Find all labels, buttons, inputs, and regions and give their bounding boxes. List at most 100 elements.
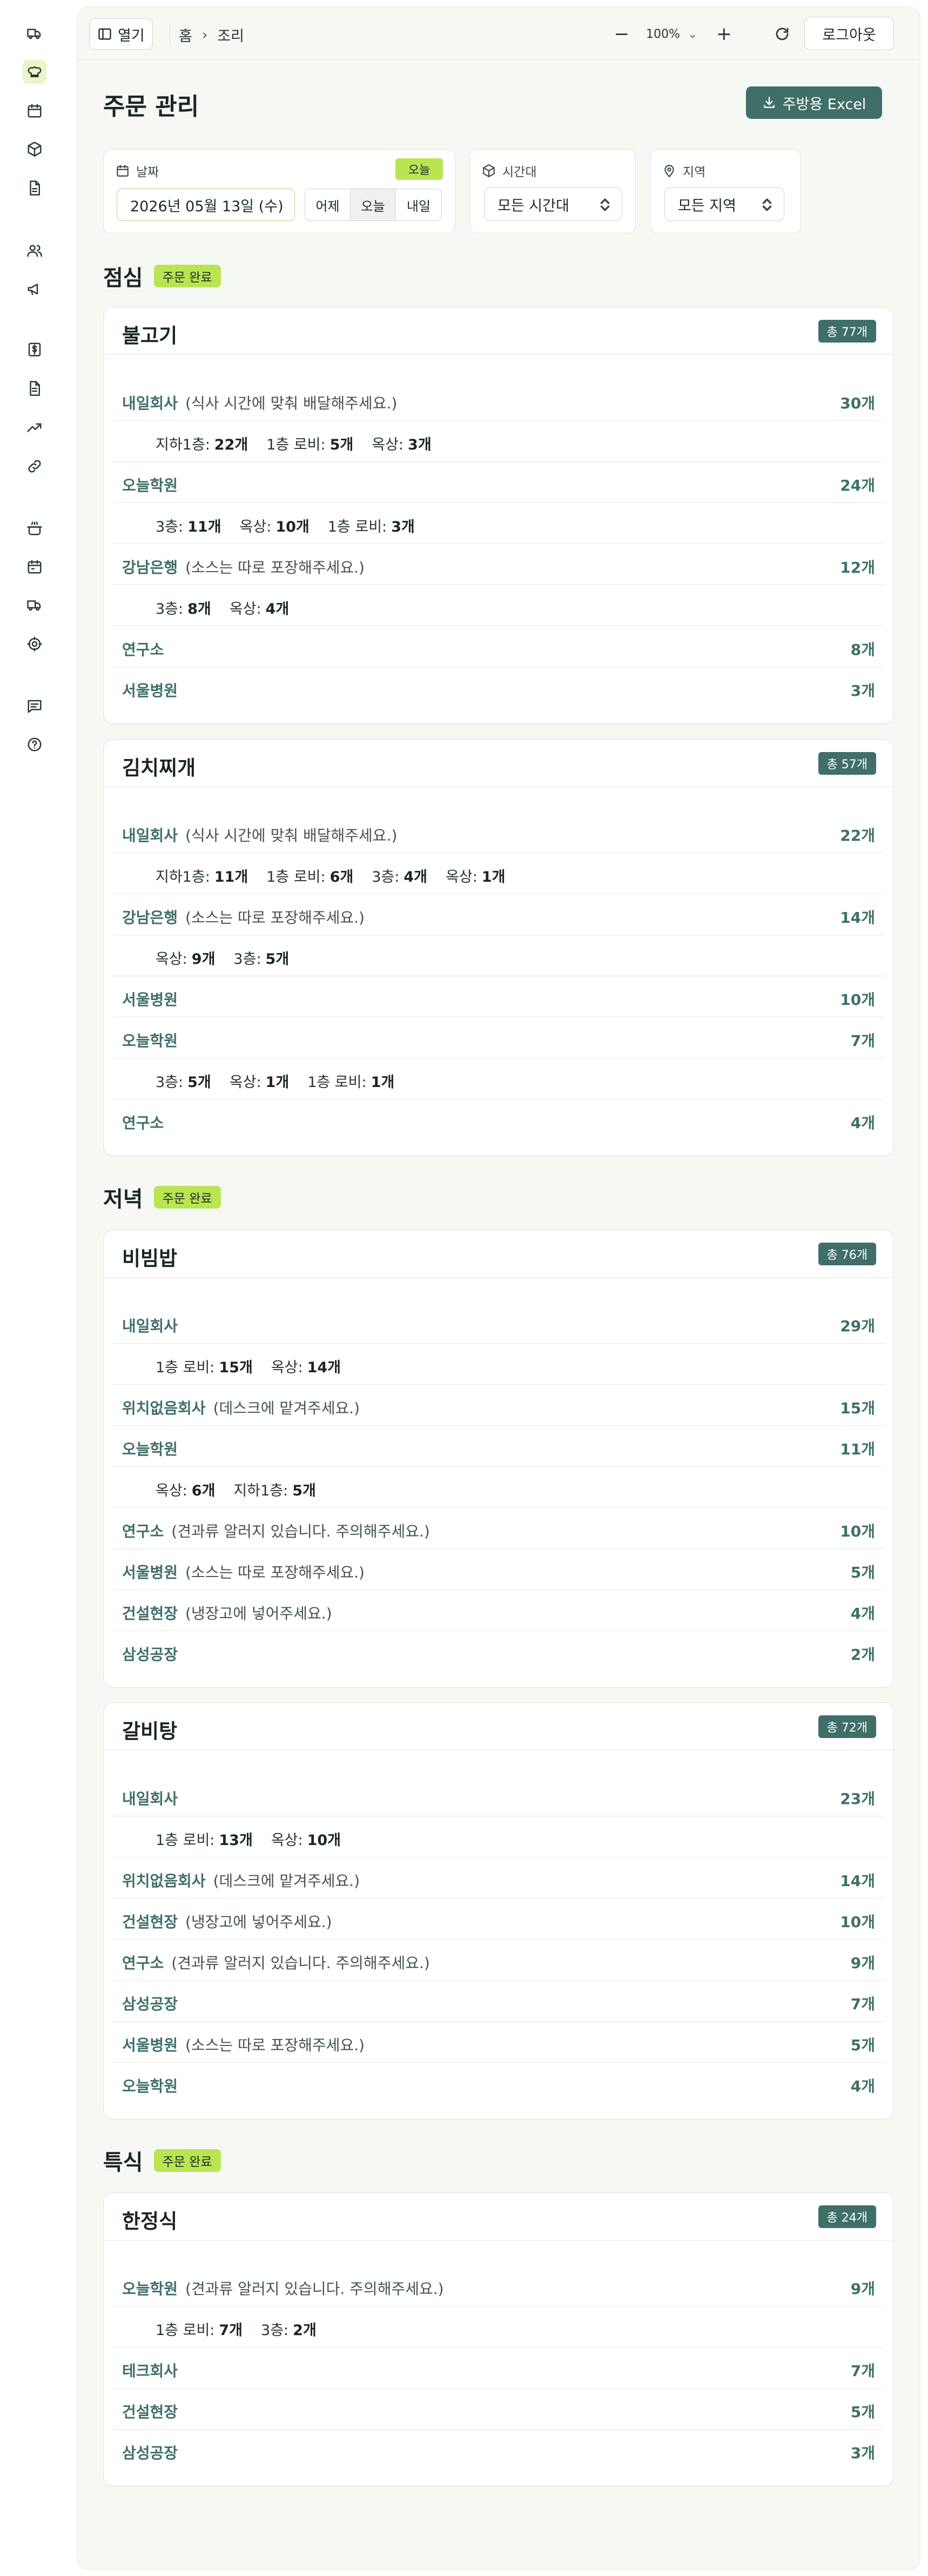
order-row[interactable]: 오늘학원 7개 [112,1017,885,1058]
order-count: 23개 [840,1790,875,1808]
region-select[interactable]: 모든 지역 [664,187,784,221]
menu-card-kimchi-jjigae: 김치찌개 총 57개내일회사 (식사 시간에 맞춰 배달해주세요.) 22개지하1층:… [103,739,894,1156]
order-row[interactable]: 삼성공장 3개 [112,2430,885,2471]
location-count: 6개 [191,1482,216,1499]
order-rows: 내일회사 23개 1층 로비: 13개 옥상: 10개 위치없음회사 (데스크에 맡겨주세요.… [104,1750,893,2104]
date-filter-label: 날짜 [116,162,159,180]
chef-hat-icon[interactable] [23,60,46,84]
order-note: (소스는 따로 포장해주세요.) [185,909,365,927]
sidebar-panel-icon [98,28,111,40]
refresh-button[interactable] [770,22,794,46]
help-icon[interactable] [23,733,46,756]
order-row[interactable]: 연구소 8개 [112,626,885,667]
order-row[interactable]: 서울병원 10개 [112,976,885,1017]
order-row[interactable]: 강남은행 (소스는 따로 포장해주세요.) 14개 [112,894,885,935]
location-count: 1개 [371,1074,395,1091]
box-icon [483,164,495,177]
location-breakdown: 3층: 8개 옥상: 4개 [112,585,885,626]
customer-name-text: 건설현장 [122,2403,178,2421]
customer-name: 오늘학원 (견과류 알러지 있습니다. 주의해주세요.) [122,2277,444,2299]
order-row[interactable]: 삼성공장 7개 [112,1981,885,2022]
order-row[interactable]: 위치없음회사 (데스크에 맡겨주세요.) 14개 [112,1857,885,1899]
location-count: 3개 [391,519,415,535]
order-row[interactable]: 연구소 (견과류 알러지 있습니다. 주의해주세요.) 9개 [112,1940,885,1981]
zoom-level[interactable]: 100% [646,28,680,41]
today-button[interactable]: 오늘 [351,189,396,220]
card-header: 김치찌개 총 57개 [104,740,893,787]
order-row[interactable]: 테크회사 7개 [112,2347,885,2389]
location-item: 지하1층: 22개 [156,433,248,454]
date-input[interactable]: 2026년 05월 13일 (수) [117,189,295,221]
order-count: 14개 [840,1872,875,1890]
document-list-icon[interactable] [23,377,46,400]
order-row[interactable]: 연구소 (견과류 알러지 있습니다. 주의해주세요.) 10개 [112,1508,885,1549]
order-row[interactable]: 오늘학원 11개 [112,1426,885,1467]
order-row[interactable]: 서울병원 (소스는 따로 포장해주세요.) 5개 [112,2022,885,2063]
location-count: 1개 [481,869,506,886]
order-row[interactable]: 내일회사 (식사 시간에 맞춰 배달해주세요.) 22개 [112,812,885,853]
order-row[interactable]: 오늘학원 24개 [112,462,885,503]
time-select[interactable]: 모든 시간대 [484,187,622,221]
location-label: 옥상: [239,519,272,535]
order-row[interactable]: 내일회사 29개 [112,1303,885,1344]
trending-icon[interactable] [23,415,46,439]
region-label-text: 지역 [683,165,706,179]
order-row[interactable]: 강남은행 (소스는 따로 포장해주세요.) 12개 [112,544,885,585]
time-filter-label: 시간대 [482,162,536,180]
total-count-badge: 총 57개 [818,752,876,775]
link-icon[interactable] [23,454,46,478]
excel-download-button[interactable]: 주방용 Excel [746,86,882,119]
location-count: 22개 [214,437,248,453]
delivery-icon[interactable] [23,593,46,617]
location-label: 1층 로비: [266,437,326,453]
location-item: 옥상: 1개 [230,1070,289,1091]
location-label: 지하1층: [156,869,210,886]
order-row[interactable]: 건설현장 (냉장고에 넣어주세요.) 10개 [112,1899,885,1940]
order-row[interactable]: 연구소 4개 [112,1099,885,1141]
order-row[interactable]: 건설현장 (냉장고에 넣어주세요.) 4개 [112,1590,885,1631]
location-item: 옥상: 6개 [156,1479,215,1500]
breadcrumb-home[interactable]: 홈 [179,24,192,45]
order-note: (소스는 따로 포장해주세요.) [185,559,365,576]
package-icon[interactable] [23,137,46,161]
customer-name-text: 서울병원 [122,1564,178,1581]
document-icon[interactable] [23,176,46,200]
customer-name: 내일회사 (식사 시간에 맞춰 배달해주세요.) [122,392,397,413]
order-row[interactable]: 내일회사 23개 [112,1775,885,1816]
order-row[interactable]: 서울병원 (소스는 따로 포장해주세요.) 5개 [112,1549,885,1590]
location-label: 3층: [156,601,184,618]
customer-name-text: 내일회사 [122,394,178,412]
calendar-icon[interactable] [23,99,46,123]
chevron-down-icon[interactable]: ⌄ [688,28,697,41]
order-count: 10개 [840,1913,875,1931]
chat-icon[interactable] [23,694,46,718]
order-row[interactable]: 위치없음회사 (데스크에 맡겨주세요.) 15개 [112,1385,885,1426]
open-sidebar-button[interactable]: 열기 [89,18,153,50]
order-row[interactable]: 내일회사 (식사 시간에 맞춰 배달해주세요.) 30개 [112,380,885,421]
users-icon[interactable] [23,239,46,263]
yesterday-button[interactable]: 어제 [305,189,351,220]
download-icon [763,97,775,108]
dollar-icon[interactable] [23,338,46,361]
truck-icon[interactable] [23,22,46,45]
zoom-in-button[interactable]: + [711,22,736,46]
calendar-icon [117,165,129,177]
tomorrow-button[interactable]: 내일 [396,189,441,220]
order-row[interactable]: 서울병원 3개 [112,667,885,708]
calendar-check-icon[interactable] [23,555,46,579]
zoom-out-button[interactable]: − [609,22,634,46]
location-label: 지하1층: [233,1482,288,1499]
order-row[interactable]: 삼성공장 2개 [112,1631,885,1672]
order-count: 22개 [840,827,875,844]
order-row[interactable]: 오늘학원 (견과류 알러지 있습니다. 주의해주세요.) 9개 [112,2265,885,2306]
settings-icon[interactable] [23,632,46,656]
order-row[interactable]: 오늘학원 4개 [112,2063,885,2104]
pot-icon[interactable] [23,516,46,540]
section-title: 특식 [103,2150,143,2175]
order-row[interactable]: 건설현장 5개 [112,2389,885,2430]
menu-title: 비빔밥 [122,1247,178,1270]
megaphone-icon[interactable] [23,277,46,301]
logout-button[interactable]: 로그아웃 [804,17,894,50]
location-breakdown: 3층: 11개 옥상: 10개 1층 로비: 3개 [112,503,885,544]
section-title: 점심 [103,266,143,291]
